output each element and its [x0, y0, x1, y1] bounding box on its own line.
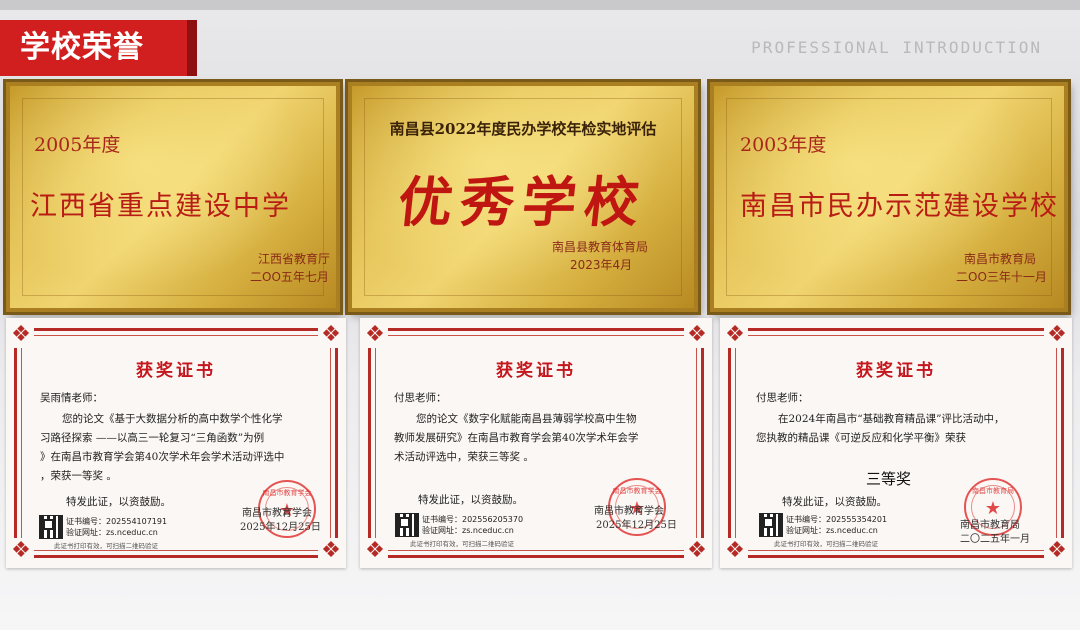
qr-code-icon: [395, 513, 419, 537]
plaque-year: 2003年度: [740, 134, 827, 156]
plaque-issuer: 江西省教育厅: [258, 252, 331, 266]
corner-ornament-icon: ❖: [8, 322, 34, 348]
plaque-issuer: 南昌县教育体育局: [552, 240, 649, 254]
plaque-title: 南昌市民办示范建设学校: [740, 191, 1059, 222]
certificate-code: 证书编号：202556205370: [422, 515, 524, 524]
certificate-recipient: 付思老师：: [756, 392, 809, 404]
certificate-body: 您的论文《数字化赋能南昌县薄弱学校高中生物 教师发展研究》在南昌市教育学会第40…: [394, 410, 694, 467]
corner-ornament-icon: ❖: [684, 322, 710, 348]
corner-ornament-icon: ❖: [362, 538, 388, 564]
corner-ornament-icon: ❖: [318, 322, 344, 348]
certificate-encouragement: 特发此证，以资鼓励。: [418, 494, 523, 506]
certificate-recipient: 吴雨情老师：: [40, 392, 103, 404]
certificate-encouragement: 特发此证，以资鼓励。: [66, 496, 171, 508]
certificate-issuer: 南昌市教育学会: [594, 506, 664, 517]
page-title: 学校荣誉: [0, 20, 197, 76]
body-line: 习路径探索 ——以高三一轮复习“三角函数”为例: [40, 432, 265, 444]
certificate-verify-site: 验证网址：zs.nceduc.cn: [786, 526, 878, 535]
certificate-title: 获奖证书: [856, 361, 936, 381]
body-line: 教师发展研究》在南昌市教育学会第40次学术年会学: [394, 432, 639, 444]
certificate-encouragement: 特发此证，以资鼓励。: [782, 496, 887, 508]
certificate-code: 证书编号：202555354201: [786, 515, 888, 524]
body-line: 在2024年南昌市“基础教育精品课”评比活动中，: [778, 413, 1005, 425]
plaque-issuer: 南昌市教育局: [964, 252, 1037, 266]
corner-ornament-icon: ❖: [722, 538, 748, 564]
certificate-prize: 三等奖: [866, 470, 912, 488]
body-line: 术活动评选中，荣获三等奖 。: [394, 451, 534, 463]
certificate-code: 证书编号：202554107191: [66, 517, 168, 526]
plaque-2: 南昌县2022年度民办学校年检实地评估 优秀学校 南昌县教育体育局 2023年4…: [348, 82, 698, 312]
certificate-verify-site: 验证网址：zs.nceduc.cn: [422, 526, 514, 535]
certificate-body: 您的论文《基于大数据分析的高中数学个性化学 习路径探索 ——以高三一轮复习“三角…: [40, 410, 330, 486]
page-subtitle: PROFESSIONAL INTRODUCTION: [751, 38, 1042, 57]
certificate-note: 此证书打印有效，可扫描二维码验证: [774, 540, 878, 548]
certificate-2: ❖ ❖ ❖ ❖ 获奖证书 付思老师： 您的论文《数字化赋能南昌县薄弱学校高中生物…: [360, 318, 712, 568]
plaque-date: 二OO三年十一月: [956, 270, 1047, 284]
certificate-note: 此证书打印有效，可扫描二维码验证: [54, 542, 158, 550]
corner-ornament-icon: ❖: [362, 322, 388, 348]
certificate-issuer: 南昌市教育局: [960, 520, 1020, 531]
certificate-3: ❖ ❖ ❖ ❖ 获奖证书 付思老师： 在2024年南昌市“基础教育精品课”评比活…: [720, 318, 1072, 568]
qr-code-icon: [39, 515, 63, 539]
corner-ornament-icon: ❖: [684, 538, 710, 564]
certificate-title: 获奖证书: [496, 361, 576, 381]
body-line: 您执教的精品课《可逆反应和化学平衡》荣获: [756, 432, 966, 444]
plaque-heading: 南昌县2022年度民办学校年检实地评估: [389, 120, 657, 138]
body-line: 您的论文《数字化赋能南昌县薄弱学校高中生物: [416, 413, 637, 425]
corner-ornament-icon: ❖: [1044, 322, 1070, 348]
body-line: 您的论文《基于大数据分析的高中数学个性化学: [62, 413, 283, 425]
certificate-verify-site: 验证网址：zs.nceduc.cn: [66, 528, 158, 537]
certificate-title: 获奖证书: [136, 361, 216, 381]
certificate-issuer: 南昌市教育学会: [242, 508, 312, 519]
certificate-body: 在2024年南昌市“基础教育精品课”评比活动中， 您执教的精品课《可逆反应和化学…: [756, 410, 1056, 448]
corner-ornament-icon: ❖: [318, 538, 344, 564]
plaque-title: 江西省重点建设中学: [30, 191, 291, 222]
certificate-date: 2025年12月25日: [240, 522, 321, 533]
plaque-date: 2023年4月: [570, 258, 633, 272]
plaque-year: 2005年度: [34, 134, 121, 156]
body-line: 》在南昌市教育学会第40次学术年会学术活动评选中: [40, 451, 285, 463]
certificate-note: 此证书打印有效，可扫描二维码验证: [410, 540, 514, 548]
plaque-1: 2005年度 江西省重点建设中学 江西省教育厅 二OO五年七月: [6, 82, 340, 312]
qr-code-icon: [759, 513, 783, 537]
plaque-3: 2003年度 南昌市民办示范建设学校 南昌市教育局 二OO三年十一月: [710, 82, 1068, 312]
corner-ornament-icon: ❖: [1044, 538, 1070, 564]
certificate-1: ❖ ❖ ❖ ❖ 获奖证书 吴雨情老师： 您的论文《基于大数据分析的高中数学个性化…: [6, 318, 346, 568]
corner-ornament-icon: ❖: [722, 322, 748, 348]
corner-ornament-icon: ❖: [8, 538, 34, 564]
plaque-date: 二OO五年七月: [250, 270, 329, 284]
plaque-award: 优秀学校: [395, 170, 650, 234]
top-strip: [0, 0, 1080, 10]
certificate-date: 2025年12月25日: [596, 520, 677, 531]
certificate-recipient: 付思老师：: [394, 392, 447, 404]
certificate-date: 二〇二五年一月: [960, 534, 1030, 545]
